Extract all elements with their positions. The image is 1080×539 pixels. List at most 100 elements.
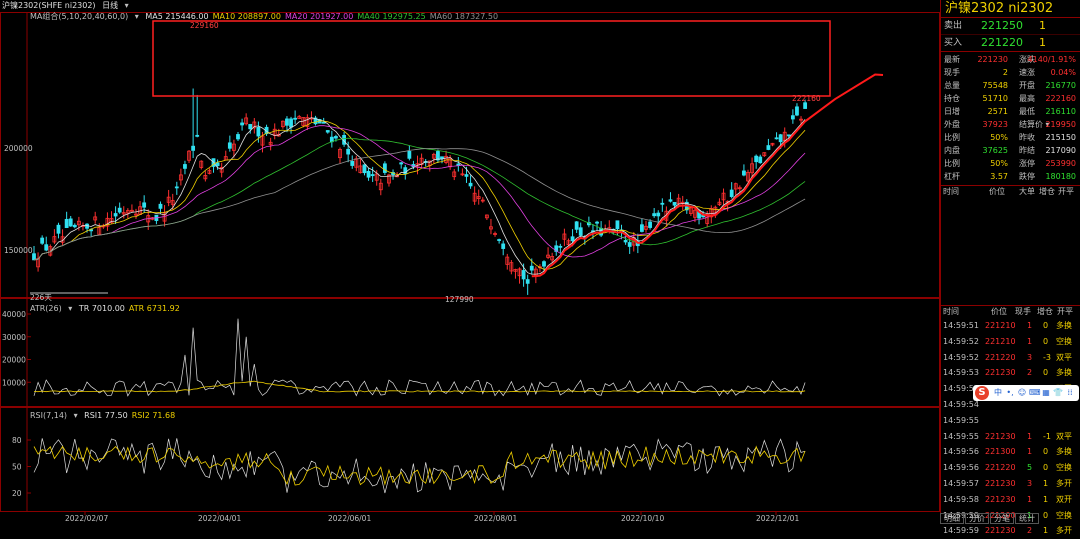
quote-value: 4140/1.91% <box>1027 55 1076 64</box>
quote-key: 持仓 <box>944 94 960 103</box>
tick-price: 221230 <box>985 526 1016 536</box>
candle-body <box>570 236 575 242</box>
buy-row[interactable]: 买入 221220 1 <box>941 35 1080 52</box>
quote-row: 杠杆 3.57 跌停 180180 <box>941 170 1080 183</box>
panel-tab[interactable]: 统计 <box>1015 513 1039 524</box>
ime-toolbar-icon[interactable]: ⁞⁞ <box>1065 387 1075 398</box>
rsi2-line <box>33 445 806 486</box>
period-dropdown-icon[interactable]: ▾ <box>125 1 129 10</box>
tick-type: 多开 <box>1056 478 1072 488</box>
tick-row[interactable]: 14:59:52 221210 1 0 空换 <box>941 334 1080 350</box>
atr-legend-item: ATR 6731.92 <box>128 304 180 313</box>
quote-key: 涨停 <box>1019 159 1035 168</box>
tick-type: 空换 <box>1056 463 1072 473</box>
kline-chart[interactable]: 200000150000229160127990222160226天400003… <box>0 0 940 524</box>
tick-header-time: 时间 <box>943 307 959 316</box>
tick-price: 221230 <box>985 368 1016 378</box>
buy-volume: 1 <box>1039 36 1046 49</box>
rsi-tick-label: 50 <box>12 463 22 472</box>
tick-header-price: 价位 <box>991 307 1007 316</box>
candle-body <box>758 156 763 164</box>
period-label[interactable]: 日线 <box>102 1 118 10</box>
tick-row[interactable]: 14:59:51 221210 1 0 多换 <box>941 318 1080 334</box>
ma-legend-label[interactable]: MA组合(5,10,20,40,60,0) <box>30 12 128 21</box>
tick-type: 双平 <box>1056 431 1072 441</box>
tick-oi-change: 1 <box>1043 478 1049 488</box>
quote-value: 37625 <box>982 146 1008 155</box>
date-tick-label: 2022/10/10 <box>621 514 664 523</box>
tick-list[interactable]: 14:59:51 221210 1 0 多换 14:59:52 221210 1 0 空换 14:5… <box>941 318 1080 539</box>
symbol-title[interactable]: 沪镍2302(SHFE ni2302) <box>2 1 96 10</box>
candle-body <box>325 130 330 133</box>
quote-row: 持仓 51710 最高 222160 <box>941 92 1080 105</box>
tick-type: 空换 <box>1056 336 1072 346</box>
candle-body <box>648 221 652 228</box>
quote-value: 216110 <box>1045 107 1076 116</box>
tick-row[interactable]: 14:59:56 221300 1 0 多换 <box>941 444 1080 460</box>
panel-tab[interactable]: 分价 <box>965 513 989 524</box>
tick-oi-change: -1 <box>1043 431 1051 441</box>
sell-row[interactable]: 卖出 221250 1 <box>941 18 1080 35</box>
days-label: 226天 <box>30 293 52 302</box>
tick-row[interactable]: 14:59:55 221230 1 -1 双平 <box>941 429 1080 445</box>
candle-body <box>334 136 338 139</box>
tick-volume: 1 <box>1027 336 1033 346</box>
buy-price[interactable]: 221220 <box>981 35 1023 51</box>
rsi1-line <box>33 438 806 494</box>
rsi-legend-dropdown-icon[interactable]: ▾ <box>74 411 78 420</box>
candle-body <box>40 237 45 244</box>
tick-row[interactable]: 14:59:57 221230 3 1 多开 <box>941 476 1080 492</box>
atr-legend-label[interactable]: ATR(26) <box>30 304 62 313</box>
quote-key: 现手 <box>944 68 960 77</box>
rsi-tick-label: 80 <box>12 436 22 445</box>
quote-row: 总量 75548 开盘 216770 <box>941 79 1080 92</box>
candle-body <box>227 142 232 149</box>
tick-header-vol: 现手 <box>1015 307 1031 316</box>
ime-toolbar[interactable]: S 中 •, ☺ ⌨ ▦ 👕 ⁞⁞ <box>973 385 1079 401</box>
ime-toolbar-icon[interactable]: ☺ <box>1017 387 1027 398</box>
tick-oi-change: 0 <box>1043 463 1049 473</box>
tick-time: 14:59:52 <box>943 352 979 362</box>
sell-price[interactable]: 221250 <box>981 18 1023 34</box>
atr-tick-label: 10000 <box>2 378 26 387</box>
panel-tab[interactable]: 分笔 <box>990 513 1014 524</box>
price-tick-label: 150000 <box>4 246 33 255</box>
ma-legend-dropdown-icon[interactable]: ▾ <box>135 12 139 21</box>
tick-time: 14:59:56 <box>943 463 979 473</box>
candle-body <box>778 134 783 143</box>
low-annotation: 127990 <box>445 295 474 304</box>
candle-body <box>623 240 628 243</box>
ime-toolbar-icon[interactable]: ⌨ <box>1029 387 1041 398</box>
tick-time: 14:59:59 <box>943 526 979 536</box>
quote-value: 215150 <box>1045 133 1076 142</box>
ime-toolbar-icon[interactable]: 👕 <box>1053 387 1063 398</box>
upper-tick-list <box>941 198 1080 305</box>
quote-row: 比例 50% 涨停 253990 <box>941 157 1080 170</box>
ime-logo-icon[interactable]: S <box>975 386 989 400</box>
panel-tab[interactable]: 明细 <box>940 513 964 524</box>
tick-volume: 5 <box>1027 463 1033 473</box>
date-tick-label: 2022/02/07 <box>65 514 108 523</box>
candle-body <box>195 134 200 137</box>
atr-legend-dropdown-icon[interactable]: ▾ <box>68 304 72 313</box>
candle-body <box>525 279 530 284</box>
tick-time: 14:59:55 <box>943 415 979 425</box>
tick-row[interactable]: 14:59:52 221220 3 -3 双平 <box>941 350 1080 366</box>
tick-row[interactable]: 14:59:59 221230 2 1 多开 <box>941 523 1080 539</box>
tick-row[interactable]: 14:59:53 221230 2 0 多换 <box>941 365 1080 381</box>
candle-body <box>346 148 351 155</box>
candle-body <box>497 239 502 241</box>
chart-area[interactable]: 200000 150000 229160 127990 222160 226天 40000 3… <box>0 0 940 524</box>
ime-toolbar-icon[interactable]: ▦ <box>1041 387 1051 398</box>
rsi-legend-label[interactable]: RSI(7,14) <box>30 411 67 420</box>
ime-toolbar-icon[interactable]: •, <box>1005 387 1015 398</box>
ime-toolbar-icon[interactable]: 中 <box>993 387 1003 398</box>
tick-row[interactable]: 14:59:58 221230 1 1 双开 <box>941 492 1080 508</box>
tick-row[interactable]: 14:59:55 <box>941 413 1080 429</box>
quote-key: 杠杆 <box>944 172 960 181</box>
candle-body <box>468 182 473 187</box>
quote-key: 外盘 <box>944 120 960 129</box>
candle-body <box>766 145 771 150</box>
tick-row[interactable]: 14:59:56 221220 5 0 空换 <box>941 460 1080 476</box>
candle-body <box>803 102 808 109</box>
